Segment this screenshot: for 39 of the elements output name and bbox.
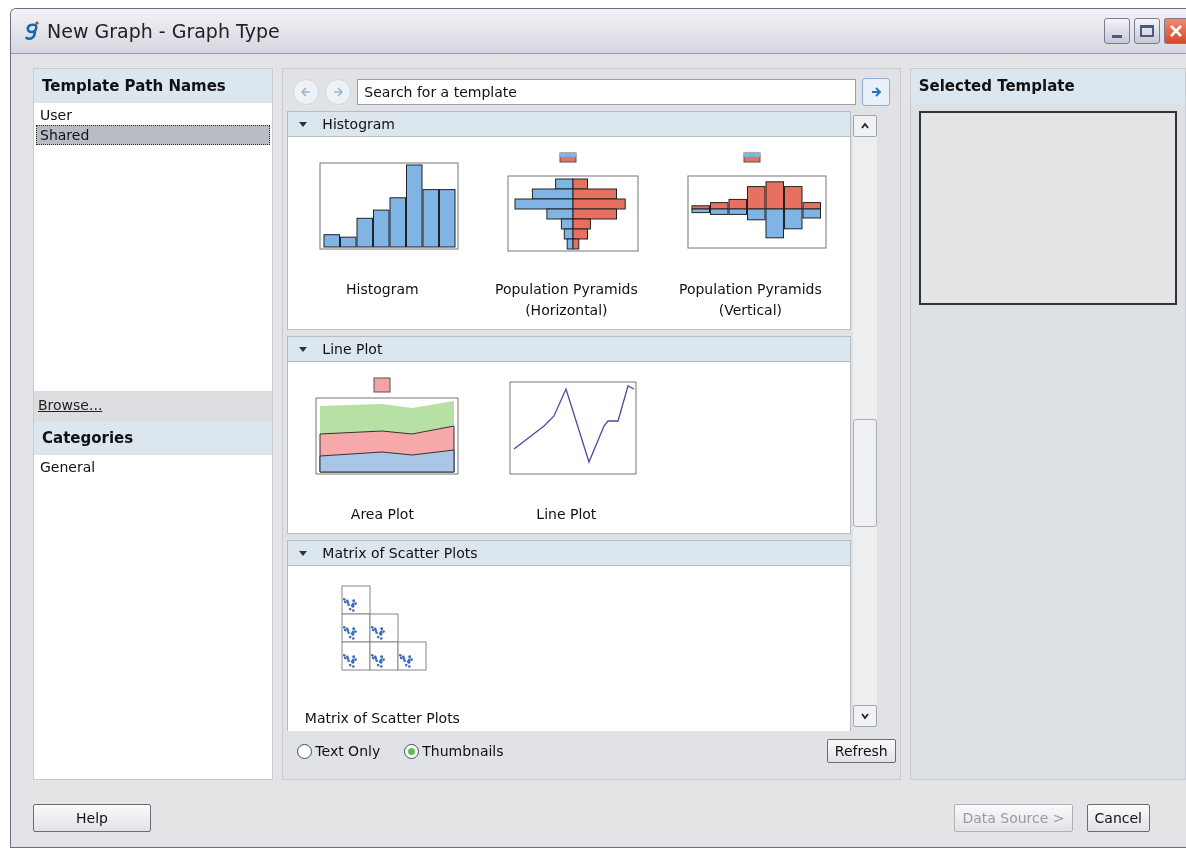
search-field[interactable]: Search for a template xyxy=(357,79,856,105)
close-button[interactable] xyxy=(1164,18,1186,44)
left-arrow-icon xyxy=(300,86,313,98)
panel-heading: Categories xyxy=(34,421,273,455)
maximize-button[interactable] xyxy=(1134,18,1160,44)
template-label[interactable]: Matrix of Scatter Plots xyxy=(304,708,460,729)
view-mode-radio[interactable]: Thumbnails xyxy=(404,743,504,759)
scroll-up-icon[interactable] xyxy=(853,115,878,137)
group-title: Line Plot xyxy=(322,341,383,357)
template-label[interactable]: Population Pyramids (Horizontal) xyxy=(486,279,647,321)
panel-heading: Selected Template xyxy=(910,69,1185,103)
group-header[interactable]: Line Plot xyxy=(288,337,851,362)
group-header[interactable]: Histogram xyxy=(288,112,851,137)
cancel-button[interactable]: Cancel xyxy=(1086,804,1150,832)
view-mode-radio[interactable]: Text Only xyxy=(297,743,381,759)
list-item[interactable]: General xyxy=(36,457,271,477)
template-label[interactable]: Population Pyramids (Vertical) xyxy=(670,279,831,321)
scroll-down-icon[interactable] xyxy=(853,705,878,727)
browse-link[interactable]: Browse... xyxy=(38,397,103,413)
help-button[interactable]: Help xyxy=(33,804,151,832)
scroll-thumb[interactable] xyxy=(853,419,878,527)
window-title: New Graph - Graph Type xyxy=(47,20,280,42)
right-arrow-icon xyxy=(332,86,345,98)
template-label[interactable]: Area Plot xyxy=(350,504,414,525)
group-title: Histogram xyxy=(322,116,395,132)
scrollbar[interactable] xyxy=(853,115,878,727)
search-button[interactable] xyxy=(861,78,890,106)
minimize-button[interactable] xyxy=(1104,18,1130,44)
right-arrow-icon xyxy=(869,86,882,98)
panel-heading: Template Path Names xyxy=(34,69,273,103)
list-item[interactable]: User xyxy=(36,105,271,125)
group-title: Matrix of Scatter Plots xyxy=(322,545,478,561)
template-label[interactable]: Line Plot xyxy=(536,504,597,525)
template-label[interactable]: Histogram xyxy=(346,279,419,300)
app-logo-icon xyxy=(23,20,39,42)
group-header[interactable]: Matrix of Scatter Plots xyxy=(288,541,851,566)
list-item[interactable]: Shared xyxy=(36,125,271,145)
refresh-button[interactable]: Refresh xyxy=(826,739,896,763)
close-icon xyxy=(1168,24,1183,38)
